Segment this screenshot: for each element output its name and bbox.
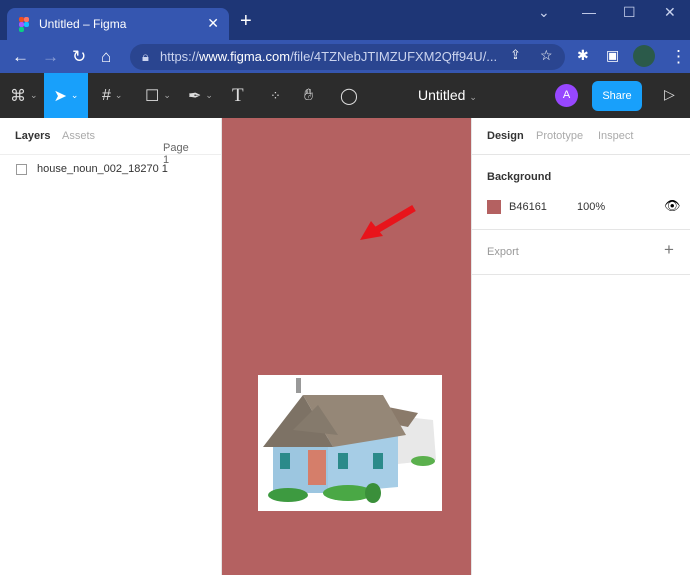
document-title[interactable]: Untitled ⌄ — [418, 87, 477, 103]
chevron-down-icon: ⌄ — [163, 142, 170, 151]
hand-icon: ✋︎ — [304, 86, 314, 104]
hand-tool-button[interactable]: ✋︎ — [304, 73, 313, 118]
close-window-button[interactable]: ✕ — [664, 4, 676, 21]
url-input[interactable]: 🔒︎ https://www.figma.com/file/4TZNebJTIM… — [130, 44, 565, 70]
present-icon[interactable]: ▷ — [664, 86, 675, 103]
tab-assets[interactable]: Assets — [62, 130, 95, 142]
layers-panel: Layers Assets Page 1 ⌄ house_noun_002_18… — [0, 118, 222, 575]
url-prefix: https:// — [160, 49, 200, 64]
layer-name: house_noun_002_18270 1 — [37, 163, 168, 175]
browser-tab[interactable]: Untitled – Figma ✕ — [7, 8, 229, 40]
rectangle-icon: ☐ — [145, 87, 160, 105]
components-icon: ⁘ — [270, 87, 281, 103]
cursor-icon: ➤ — [53, 87, 67, 105]
main-menu-button[interactable]: ⌘ ⌄ — [10, 73, 38, 118]
maximize-button[interactable]: ☐ — [623, 4, 636, 21]
sidepanel-icon[interactable]: ▣ — [606, 47, 619, 64]
profile-icon[interactable] — [633, 45, 655, 67]
home-icon[interactable]: ⌂ — [101, 47, 111, 67]
text-icon: T — [232, 84, 244, 106]
share-page-icon[interactable]: ⇪ — [510, 47, 521, 63]
comment-tool-button[interactable]: ◯ — [340, 73, 358, 118]
tab-search-icon[interactable]: ⌄ — [538, 4, 550, 21]
add-export-icon[interactable]: + — [664, 240, 674, 260]
reload-icon[interactable]: ↻ — [72, 47, 86, 67]
new-tab-button[interactable]: + — [240, 11, 252, 31]
minimize-button[interactable]: — — [582, 4, 596, 20]
close-tab-icon[interactable]: ✕ — [207, 15, 219, 32]
url-path: /file/4TZNebJTIMZUFXM2Qff94U/... — [290, 49, 498, 64]
document-title-text: Untitled — [418, 87, 466, 103]
forward-icon[interactable]: → — [42, 47, 59, 67]
background-hex-input[interactable]: B46161 — [509, 201, 547, 213]
layer-item[interactable]: house_noun_002_18270 1 — [16, 163, 168, 175]
figma-menu-icon: ⌘ — [10, 87, 26, 105]
tab-title: Untitled – Figma — [39, 17, 127, 31]
figma-toolbar: ⌘ ⌄ ➤ ⌄ # ⌄ ☐ ⌄ ✒ ⌄ T ⁘ ✋︎ ◯ Untitled ⌄ A Sha… — [0, 73, 690, 118]
tab-design[interactable]: Design — [487, 130, 524, 142]
background-color-swatch[interactable] — [487, 200, 501, 214]
lock-icon: 🔒︎ — [142, 49, 149, 64]
pen-tool-button[interactable]: ✒ ⌄ — [188, 73, 213, 118]
share-button[interactable]: Share — [592, 81, 642, 111]
tab-prototype[interactable]: Prototype — [536, 130, 583, 142]
eye-icon[interactable]: 👁︎ — [664, 198, 681, 214]
frame-tool-button[interactable]: # ⌄ — [102, 73, 122, 118]
house-illustration — [263, 378, 436, 503]
shape-tool-button[interactable]: ☐ ⌄ — [145, 73, 171, 118]
design-panel: Design Prototype Inspect Background B461… — [471, 118, 690, 575]
url-host: www.figma.com — [199, 49, 291, 64]
figma-logo-icon — [19, 17, 29, 32]
back-icon[interactable]: ← — [12, 47, 29, 67]
avatar[interactable]: A — [555, 84, 578, 107]
red-arrow-annotation — [360, 204, 416, 240]
canvas-frame[interactable] — [222, 118, 471, 575]
resources-button[interactable]: ⁘ — [270, 73, 281, 118]
background-opacity-input[interactable]: 100% — [577, 201, 605, 213]
text-tool-button[interactable]: T — [232, 73, 244, 118]
tab-layers[interactable]: Layers — [15, 130, 50, 142]
bookmark-star-icon[interactable]: ☆ — [540, 47, 553, 64]
comment-icon: ◯ — [340, 87, 358, 105]
export-heading: Export — [487, 246, 519, 258]
house-image[interactable] — [258, 375, 442, 511]
menu-icon[interactable]: ⋮ — [670, 47, 687, 67]
background-heading: Background — [487, 171, 552, 183]
tab-inspect[interactable]: Inspect — [598, 130, 633, 142]
pen-icon: ✒ — [188, 87, 202, 105]
frame-icon: # — [102, 86, 111, 104]
chevron-down-icon: ⌄ — [469, 92, 477, 102]
image-icon — [16, 163, 27, 175]
move-tool-button[interactable]: ➤ ⌄ — [44, 73, 88, 118]
extensions-icon[interactable]: ✱ — [577, 47, 589, 64]
address-bar-row: ← → ↻ ⌂ 🔒︎ https://www.figma.com/file/4T… — [0, 40, 690, 73]
browser-titlebar: Untitled – Figma ✕ + ⌄ — ☐ ✕ — [0, 0, 690, 40]
